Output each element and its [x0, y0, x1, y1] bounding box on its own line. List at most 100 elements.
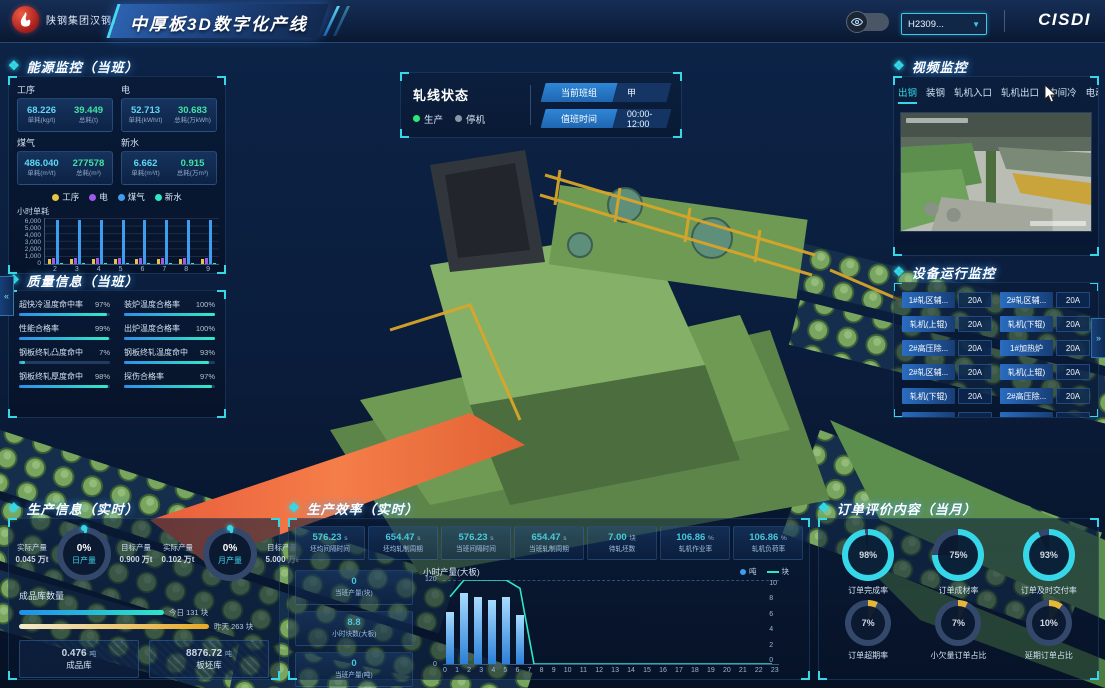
camera-feed[interactable] — [900, 112, 1092, 232]
progress-track — [19, 361, 110, 364]
axis-tick: 4,000 — [15, 232, 41, 239]
bar — [147, 263, 150, 264]
video-tab-0[interactable]: 出钢 — [898, 85, 917, 104]
bar — [56, 220, 59, 264]
axis-tick: 0 — [443, 667, 447, 674]
bar — [104, 263, 107, 264]
efficiency-side-stat: 0当班产量(块) — [295, 570, 413, 605]
quality-value: 99% — [95, 324, 110, 333]
bar — [126, 263, 129, 264]
legend-dot — [89, 194, 96, 201]
quality-panel-box: 超快冷温度命中率97%装炉温度合格率100%性能合格率99%出炉温度合格率100… — [8, 290, 226, 418]
axis-tick: 10 — [564, 667, 572, 674]
progress-track — [124, 313, 215, 316]
production-panel-title: 生产信息（实时） — [27, 499, 139, 518]
stat-label: 待轧坯数 — [609, 545, 636, 554]
bar-group — [48, 220, 63, 264]
gauge-knob — [81, 525, 87, 531]
energy-panel-title: 能源监控（当班） — [27, 57, 139, 76]
collapse-left-tab[interactable]: « — [0, 276, 14, 316]
stat-value: 654.47 s — [386, 532, 421, 545]
bar — [179, 259, 182, 264]
energy-group: 新水6.662单耗(m³/t)0.915总耗(万m³) — [121, 136, 217, 185]
axis-tick: 1 — [455, 667, 459, 674]
corner-bracket — [8, 671, 17, 680]
stat-value: 576.23 s — [459, 532, 494, 545]
corner-bracket — [801, 518, 810, 527]
axis-tick: 6 — [515, 667, 519, 674]
inventory-bar-text: 今日 131 块 — [169, 607, 208, 618]
order-ring: 93%订单及时交付率 — [1004, 529, 1094, 596]
order-ring-label: 订单成材率 — [938, 585, 978, 596]
energy-chart: 6,0005,0004,0003,0002,0001,000023456789 — [9, 218, 225, 273]
energy-value: 68.226 — [18, 105, 65, 117]
quality-value: 100% — [196, 324, 215, 333]
energy-metric: 277578总耗(m³) — [65, 158, 112, 178]
video-tab-5[interactable]: 电动热 — [1086, 85, 1098, 104]
axis-tick: 20 — [723, 667, 731, 674]
device-select-dropdown[interactable]: H2309... ▼ — [901, 13, 987, 35]
line-status-box: 轧线状态 生产停机 当前班组甲值班时间00:00-12:00 — [400, 72, 682, 138]
equipment-label: 2#轧区辅... — [902, 364, 955, 380]
axis-tick: 23 — [771, 667, 779, 674]
equipment-label — [1000, 412, 1053, 418]
stat-value: 576.23 s — [313, 532, 348, 545]
visibility-toggle[interactable] — [847, 13, 889, 31]
left-axis-max: 120 — [425, 576, 437, 583]
video-tab-2[interactable]: 轧机入口 — [954, 85, 992, 104]
bar — [135, 259, 138, 264]
stat-label: 轧机作业率 — [678, 545, 711, 554]
order-ring-value: 98% — [859, 550, 877, 560]
equipment-panel: ❖ 设备运行监控 1#轧区辅...20A2#轧区辅...20A轧机(上辊)20A… — [893, 262, 1099, 418]
corner-bracket — [818, 518, 827, 527]
stat-value: 0 — [351, 658, 356, 671]
legend-label: 工序 — [62, 191, 79, 203]
stat-label: 当班间隔时间 — [456, 545, 496, 554]
video-tab-3[interactable]: 轧机出口 — [1001, 85, 1039, 104]
quality-label: 探伤合格率 — [124, 371, 164, 382]
store-label: 板坯库 — [196, 660, 222, 671]
stat-label: 当班产量(块) — [335, 589, 373, 598]
order-ring-label: 订单超期率 — [848, 650, 888, 661]
quality-value: 100% — [196, 300, 215, 309]
energy-group: 电52.713单耗(kWh/t)30.683总耗(万kWh) — [121, 83, 217, 132]
quality-label: 钢板终轧凸度命中 — [19, 347, 83, 358]
legend-dot — [155, 194, 162, 201]
video-tabs: 出钢装钢轧机入口轧机出口中间冷电动热 — [894, 77, 1098, 110]
collapse-right-tab[interactable]: » — [1091, 318, 1105, 358]
equipment-label: 轧机(下辊) — [902, 388, 955, 404]
video-panel-box: 出钢装钢轧机入口轧机出口中间冷电动热 — [893, 76, 1099, 256]
energy-unit: 总耗(m³) — [65, 170, 112, 178]
energy-value: 0.915 — [169, 158, 216, 170]
brand-logo: CISDI — [1038, 10, 1091, 30]
energy-group: 工序68.226单耗(kg/t)39.449总耗(t) — [17, 83, 113, 132]
gauge-percent: 0% — [77, 543, 91, 554]
actual-value: 0.102 万t — [157, 554, 199, 566]
axis-tick: 16 — [659, 667, 667, 674]
status-field-label: 值班时间 — [540, 109, 617, 128]
order-ring-value: 75% — [949, 550, 967, 560]
axis-tick: 11 — [580, 667, 587, 674]
quality-label: 性能合格率 — [19, 323, 59, 334]
bar — [161, 258, 164, 264]
equipment-label — [902, 412, 955, 418]
bar-group — [135, 220, 150, 264]
order-ring-value: 10% — [1040, 618, 1058, 628]
video-tab-1[interactable]: 装钢 — [926, 85, 945, 104]
progress-track — [19, 337, 110, 340]
corner-bracket — [801, 671, 810, 680]
bar — [474, 597, 482, 664]
energy-metric: 30.683总耗(万kWh) — [169, 105, 216, 125]
efficiency-stat: 576.23 s坯均间隔时间 — [295, 526, 365, 560]
actual-value: 0.045 万t — [11, 554, 53, 566]
status-dot — [455, 115, 462, 122]
mouse-cursor — [1044, 84, 1058, 104]
status-field-label: 当前班组 — [540, 83, 617, 102]
line-status-panel: 轧线状态 生产停机 当前班组甲值班时间00:00-12:00 — [400, 72, 682, 138]
corner-bracket — [217, 409, 226, 418]
corner-bracket — [1090, 671, 1099, 680]
quality-item: 探伤合格率97% — [124, 371, 215, 388]
order-ring-value: 7% — [862, 618, 875, 628]
order-ring-donut: 7% — [935, 600, 981, 646]
panel-icon: ❖ — [893, 58, 906, 74]
